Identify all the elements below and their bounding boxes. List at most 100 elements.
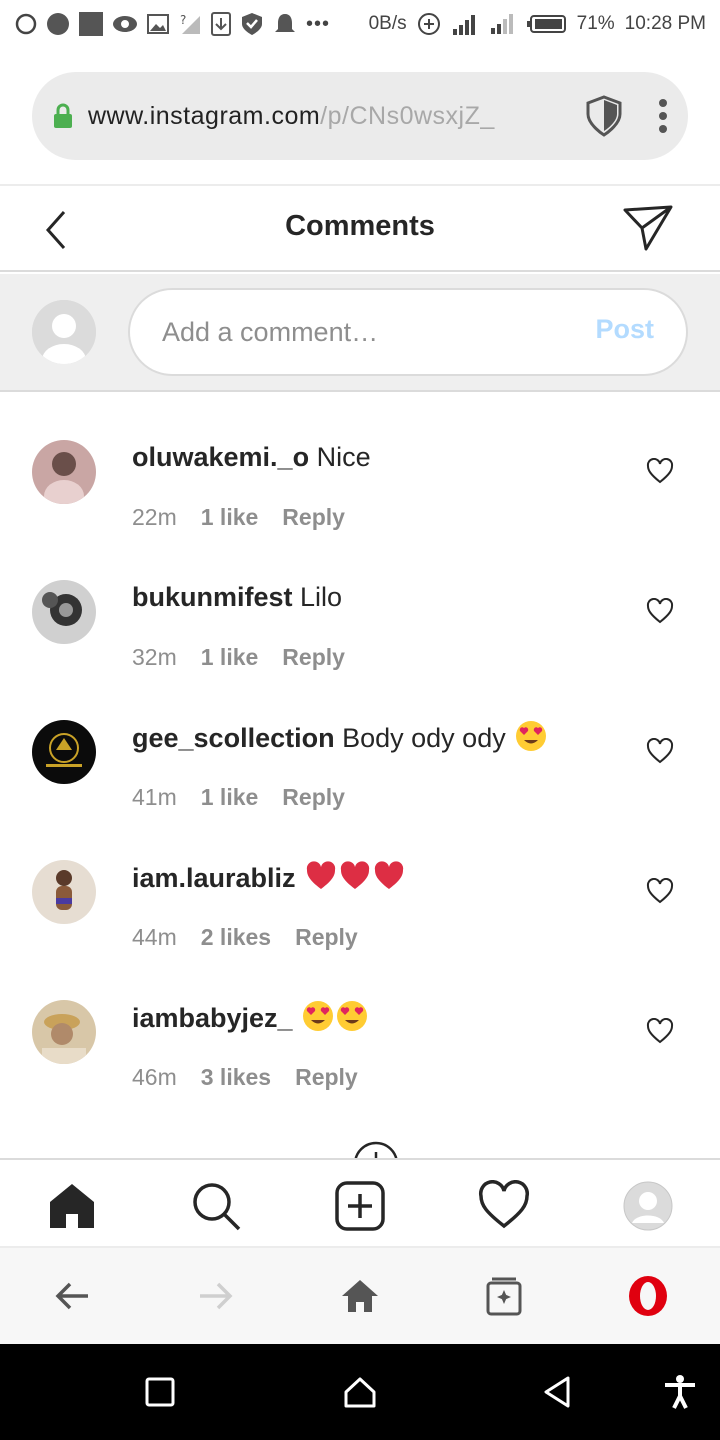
comment-likes[interactable]: 1 like [201,784,259,811]
like-heart-icon[interactable] [646,738,674,764]
avatar[interactable] [32,440,96,504]
reply-button[interactable]: Reply [282,504,345,531]
more-notifications-icon: ••• [306,12,331,35]
comment-text: oluwakemi._o Nice [132,440,371,474]
download-icon [211,12,231,36]
comment-meta: 41m 1 like Reply [132,784,345,811]
comment-likes[interactable]: 1 like [201,504,259,531]
comment-message: Nice [316,442,371,472]
comments-list: oluwakemi._o Nice 22m 1 like Reply bukun… [0,394,720,1094]
address-bar[interactable]: www.instagram.com/p/CNs0wsxjZ_ [32,72,688,160]
bell-icon [275,14,295,32]
comment-message: Lilo [300,582,343,612]
reply-button[interactable]: Reply [295,924,358,951]
reply-button[interactable]: Reply [295,1064,358,1091]
clock: 10:28 PM [624,13,706,34]
send-direct-icon[interactable] [622,204,674,252]
image-icon [147,14,169,34]
comment-username[interactable]: gee_scollection [132,723,335,753]
user-photo-icon [32,860,96,924]
comment-field[interactable]: Post [128,288,688,376]
user-photo-icon [32,440,96,504]
list-item: gee_scollection Body ody ody 41m 1 like … [0,674,720,814]
back-triangle-icon[interactable] [540,1374,576,1410]
forward-arrow-icon[interactable] [196,1276,236,1316]
chat-bubble-icon [15,13,37,35]
profile-avatar-icon[interactable] [622,1180,674,1232]
comment-time: 32m [132,644,177,670]
opera-logo-icon[interactable] [626,1274,670,1318]
home-icon[interactable] [46,1180,98,1232]
new-post-icon[interactable] [334,1180,386,1232]
list-item: iambabyjez_ 46m 3 likes Reply [0,954,720,1094]
load-more-comments-icon[interactable] [352,1140,400,1160]
avatar [32,300,96,364]
comment-username[interactable]: iambabyjez_ [132,1003,293,1033]
comment-likes[interactable]: 2 likes [201,924,271,951]
comment-composer: Post [0,274,720,392]
system-navigation-bar [0,1344,720,1440]
video-icon [113,16,137,32]
avatar[interactable] [32,860,96,924]
comment-likes[interactable]: 3 likes [201,1064,271,1091]
user-photo-icon [32,720,96,784]
menu-kebab-icon[interactable] [658,98,668,134]
list-item: iam.laurabliz 44m 2 likes Reply [0,814,720,954]
comment-username[interactable]: iam.laurabliz [132,863,296,893]
tabs-icon[interactable] [484,1276,524,1316]
circle-app-icon [47,13,69,35]
accessibility-icon[interactable] [662,1374,698,1410]
like-heart-icon[interactable] [646,878,674,904]
comment-meta: 22m 1 like Reply [132,504,345,531]
recents-square-icon[interactable] [142,1374,178,1410]
like-heart-icon[interactable] [646,598,674,624]
comment-time: 46m [132,1064,177,1090]
page-title: Comments [285,210,435,242]
reply-button[interactable]: Reply [282,784,345,811]
comment-input[interactable] [162,312,562,352]
comment-username[interactable]: oluwakemi._o [132,442,309,472]
lock-icon[interactable] [52,103,74,129]
comment-meta: 32m 1 like Reply [132,644,345,671]
avatar[interactable] [32,720,96,784]
comment-text: bukunmifest Lilo [132,580,342,614]
activity-heart-icon[interactable] [478,1180,530,1232]
net-speed: 0B/s [368,13,407,34]
red-heart-emoji-icon [306,861,336,889]
comment-time: 22m [132,504,177,530]
list-item: oluwakemi._o Nice 22m 1 like Reply [0,394,720,534]
heart-eyes-emoji-icon [516,721,547,751]
like-heart-icon[interactable] [646,1018,674,1044]
like-heart-icon[interactable] [646,458,674,484]
heart-eyes-emoji-icon [303,1001,334,1031]
shield-check-icon [242,13,262,35]
heart-eyes-emoji-icon [337,1001,368,1031]
post-button[interactable]: Post [595,314,654,345]
comment-username[interactable]: bukunmifest [132,582,293,612]
shield-icon[interactable] [584,94,624,138]
comment-meta: 44m 2 likes Reply [132,924,358,951]
url-text[interactable]: www.instagram.com/p/CNs0wsxjZ_ [88,102,538,131]
red-heart-emoji-icon [374,861,404,889]
comment-message: Body ody ody [342,723,506,753]
home-house-icon[interactable] [342,1374,378,1410]
comment-likes[interactable]: 1 like [201,644,259,671]
browser-bottom-bar [0,1248,720,1344]
square-app-icon [79,12,103,36]
avatar[interactable] [32,580,96,644]
comment-time: 44m [132,924,177,950]
avatar[interactable] [32,1000,96,1064]
search-icon[interactable] [190,1180,242,1232]
reply-button[interactable]: Reply [282,644,345,671]
browser-home-icon[interactable] [340,1276,380,1316]
comment-time: 41m [132,784,177,810]
list-item: bukunmifest Lilo 32m 1 like Reply [0,534,720,674]
instagram-tab-bar [0,1158,720,1248]
comments-header: Comments [0,186,720,272]
status-right: 0B/s 71% 10:28 PM [369,12,706,36]
back-arrow-icon[interactable] [52,1276,92,1316]
red-heart-emoji-icon [340,861,370,889]
status-bar: ? ••• 0B/s 71% 10:28 PM [0,0,720,48]
url-host: www.instagram.com [88,101,321,130]
url-path: /p/CNs0wsxjZ_ [320,101,495,130]
